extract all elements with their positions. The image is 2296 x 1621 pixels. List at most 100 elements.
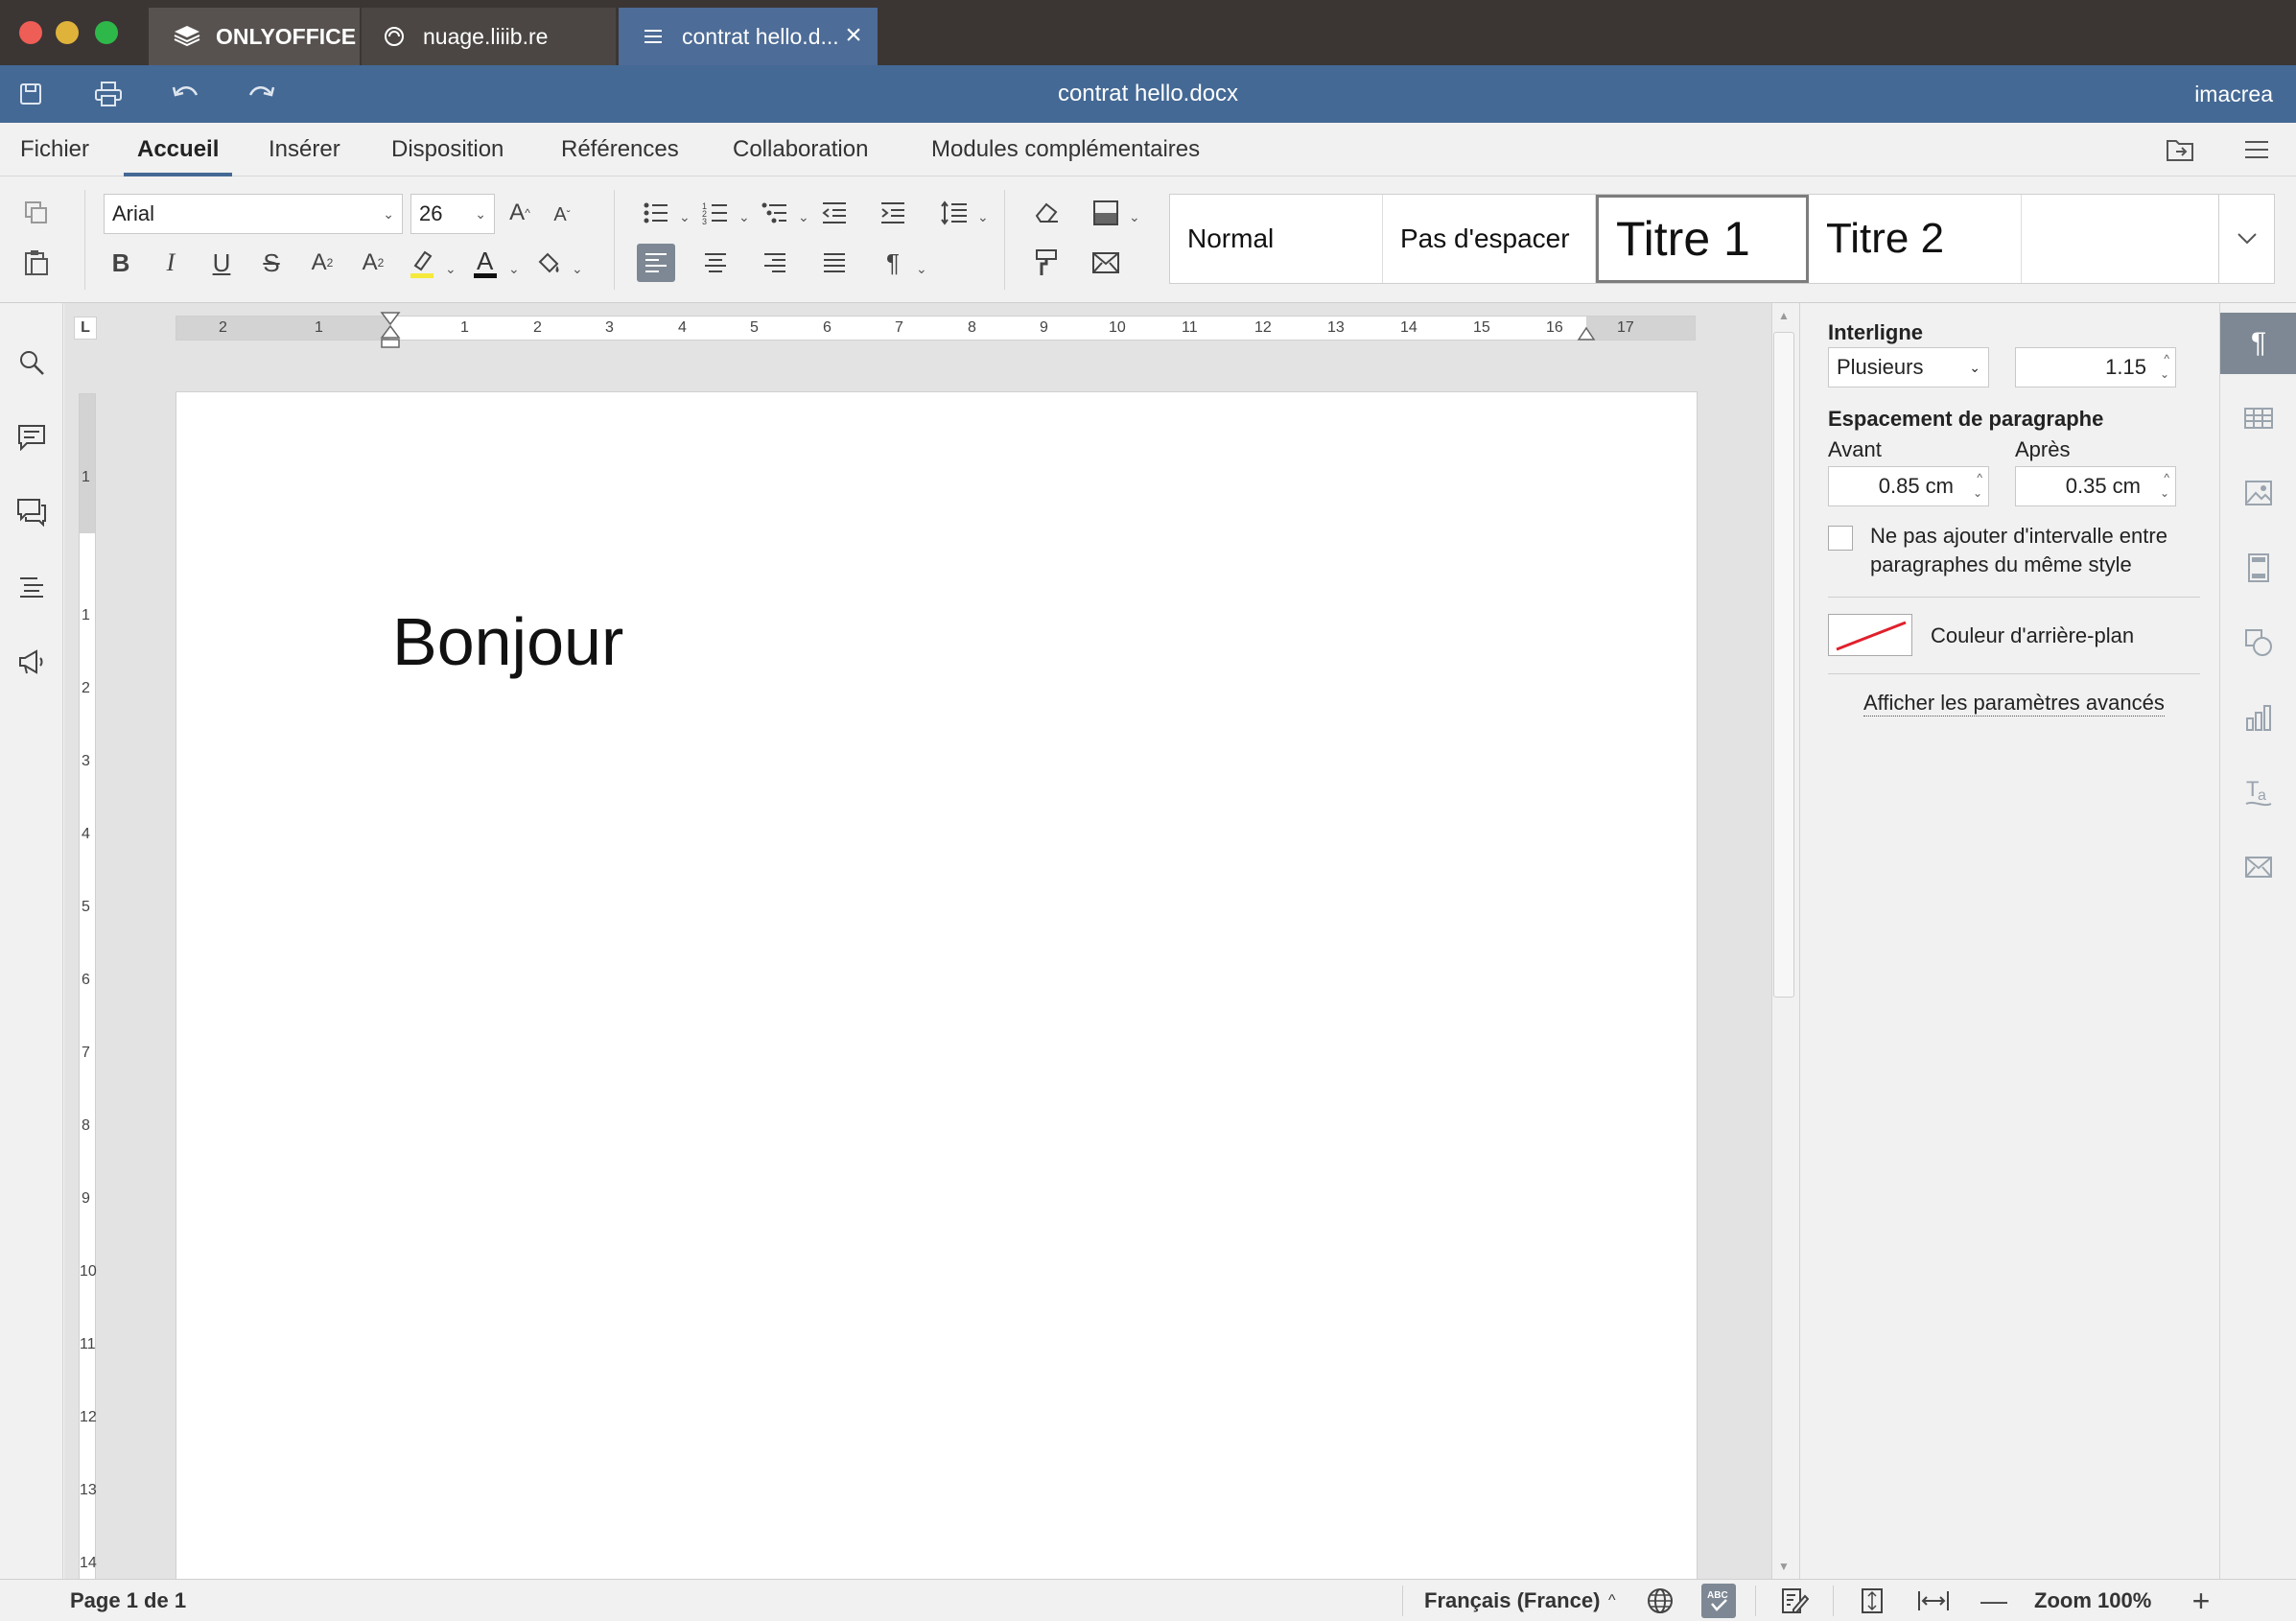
- chevron-up-icon[interactable]: ^: [1608, 1580, 1616, 1621]
- background-color-swatch[interactable]: [1828, 614, 1912, 656]
- zoom-window-button[interactable]: [95, 21, 118, 44]
- indent-marker-icon[interactable]: [380, 311, 401, 349]
- document-page[interactable]: Bonjour: [176, 391, 1698, 1579]
- spin-up-icon[interactable]: ^: [2164, 352, 2169, 365]
- search-icon[interactable]: [12, 343, 51, 382]
- mail-merge-icon[interactable]: [1087, 244, 1125, 282]
- numbered-list-icon[interactable]: 123: [696, 194, 735, 232]
- image-settings-icon[interactable]: [2220, 462, 2296, 524]
- highlight-icon[interactable]: [403, 244, 441, 282]
- tab-references[interactable]: Références: [561, 123, 679, 176]
- horizontal-ruler[interactable]: 2 1 1 2 3 4 5 6 7 8 9 10 11 12 13 14 15 …: [176, 312, 1696, 348]
- spin-up-icon[interactable]: ^: [2164, 471, 2169, 484]
- tab-modules[interactable]: Modules complémentaires: [931, 123, 1200, 176]
- text-art-icon[interactable]: Ta: [2220, 762, 2296, 823]
- tab-stop-selector[interactable]: L: [74, 317, 97, 340]
- open-location-icon[interactable]: [2161, 130, 2199, 169]
- justify-icon[interactable]: [815, 244, 854, 282]
- chart-settings-icon[interactable]: [2220, 687, 2296, 748]
- tab-fichier[interactable]: Fichier: [20, 123, 89, 176]
- vertical-ruler[interactable]: 1 1 2 3 4 5 6 7 8 9 10 11 12 13 14: [79, 393, 97, 1579]
- comment-icon[interactable]: [12, 418, 51, 457]
- subscript-icon[interactable]: A2: [354, 244, 392, 282]
- multilevel-list-icon[interactable]: [756, 194, 794, 232]
- bold-icon[interactable]: B: [102, 244, 140, 282]
- redo-icon[interactable]: [243, 77, 281, 111]
- right-indent-marker-icon[interactable]: [1577, 324, 1596, 343]
- track-changes-icon[interactable]: [1777, 1584, 1812, 1618]
- tab-inserer[interactable]: Insérer: [269, 123, 340, 176]
- line-spacing-value-field[interactable]: 1.15 ^ ⌄: [2015, 347, 2176, 388]
- scroll-up-icon[interactable]: ▲: [1778, 309, 1790, 322]
- italic-icon[interactable]: I: [152, 244, 190, 282]
- style-heading-2[interactable]: Titre 2: [1809, 195, 2022, 283]
- zoom-level[interactable]: Zoom 100%: [2034, 1580, 2151, 1621]
- document-text[interactable]: Bonjour: [392, 603, 623, 680]
- mail-merge-settings-icon[interactable]: [2220, 836, 2296, 898]
- tab-nuage[interactable]: nuage.liiib.re: [362, 8, 616, 65]
- navigation-icon[interactable]: [12, 568, 51, 606]
- feedback-megaphone-icon[interactable]: [12, 643, 51, 681]
- spellcheck-icon[interactable]: ABC: [1701, 1584, 1736, 1618]
- spin-up-icon[interactable]: ^: [1977, 471, 1982, 484]
- paint-bucket-icon[interactable]: [529, 244, 568, 282]
- chevron-down-icon[interactable]: ⌄: [977, 209, 989, 225]
- scrollbar-thumb[interactable]: [1773, 332, 1794, 998]
- chevron-down-icon[interactable]: ⌄: [679, 209, 691, 225]
- line-spacing-type-select[interactable]: Plusieurs ⌄: [1828, 347, 1989, 388]
- zoom-out-icon[interactable]: —: [1977, 1584, 2011, 1618]
- increase-indent-icon[interactable]: [874, 194, 912, 232]
- header-footer-icon[interactable]: [2220, 537, 2296, 599]
- zoom-in-icon[interactable]: +: [2184, 1584, 2218, 1618]
- increase-font-icon[interactable]: A ^: [501, 194, 539, 232]
- save-icon[interactable]: [12, 77, 50, 111]
- print-icon[interactable]: [89, 77, 128, 111]
- style-no-spacing[interactable]: Pas d'espacer: [1383, 195, 1596, 283]
- strikethrough-icon[interactable]: S: [252, 244, 291, 282]
- spin-down-icon[interactable]: ⌄: [2160, 486, 2169, 500]
- copy-icon[interactable]: [17, 194, 56, 232]
- spacing-before-field[interactable]: 0.85 cm ^ ⌄: [1828, 466, 1989, 506]
- paste-icon[interactable]: [17, 244, 56, 282]
- line-spacing-icon[interactable]: [935, 194, 973, 232]
- shading-icon[interactable]: [1087, 194, 1125, 232]
- chevron-down-icon[interactable]: ⌄: [508, 261, 520, 277]
- hamburger-menu-icon[interactable]: [2237, 130, 2276, 169]
- table-settings-icon[interactable]: [2220, 388, 2296, 449]
- fit-width-icon[interactable]: [1916, 1584, 1951, 1618]
- tab-document[interactable]: contrat hello.d... ×: [619, 8, 878, 65]
- clear-formatting-icon[interactable]: [1027, 194, 1066, 232]
- chevron-down-icon[interactable]: ⌄: [572, 261, 583, 277]
- no-interval-checkbox[interactable]: [1828, 526, 1853, 551]
- copy-style-icon[interactable]: [1027, 244, 1066, 282]
- align-center-icon[interactable]: [696, 244, 735, 282]
- fit-page-icon[interactable]: [1855, 1584, 1889, 1618]
- document-area[interactable]: L 2 1 1 2 3 4 5 6 7 8 9 10 11 12 13 14 1…: [64, 303, 1777, 1579]
- paragraph-settings-icon[interactable]: ¶: [2220, 313, 2296, 374]
- font-color-icon[interactable]: A: [466, 244, 504, 282]
- chevron-down-icon[interactable]: ⌄: [445, 261, 457, 277]
- close-tab-icon[interactable]: ×: [839, 19, 868, 51]
- bullet-list-icon[interactable]: [637, 194, 675, 232]
- close-window-button[interactable]: [19, 21, 42, 44]
- spin-down-icon[interactable]: ⌄: [1973, 486, 1982, 500]
- undo-icon[interactable]: [166, 77, 204, 111]
- decrease-indent-icon[interactable]: [815, 194, 854, 232]
- chevron-down-icon[interactable]: ⌄: [916, 261, 927, 277]
- pilcrow-icon[interactable]: ¶: [874, 244, 912, 282]
- tab-disposition[interactable]: Disposition: [391, 123, 504, 176]
- page-indicator[interactable]: Page 1 de 1: [70, 1580, 186, 1621]
- decrease-font-icon[interactable]: Aˇ: [543, 196, 581, 234]
- scroll-down-icon[interactable]: ▼: [1778, 1560, 1790, 1573]
- styles-expand-button[interactable]: [2218, 195, 2274, 283]
- align-left-icon[interactable]: [637, 244, 675, 282]
- underline-icon[interactable]: U: [202, 244, 241, 282]
- font-name-combo[interactable]: Arial ⌄: [104, 194, 403, 234]
- minimize-window-button[interactable]: [56, 21, 79, 44]
- chevron-down-icon[interactable]: ⌄: [1129, 209, 1140, 225]
- tab-collaboration[interactable]: Collaboration: [733, 123, 868, 176]
- align-right-icon[interactable]: [756, 244, 794, 282]
- style-normal[interactable]: Normal: [1170, 195, 1383, 283]
- style-heading-1[interactable]: Titre 1: [1596, 195, 1809, 283]
- superscript-icon[interactable]: A2: [303, 244, 341, 282]
